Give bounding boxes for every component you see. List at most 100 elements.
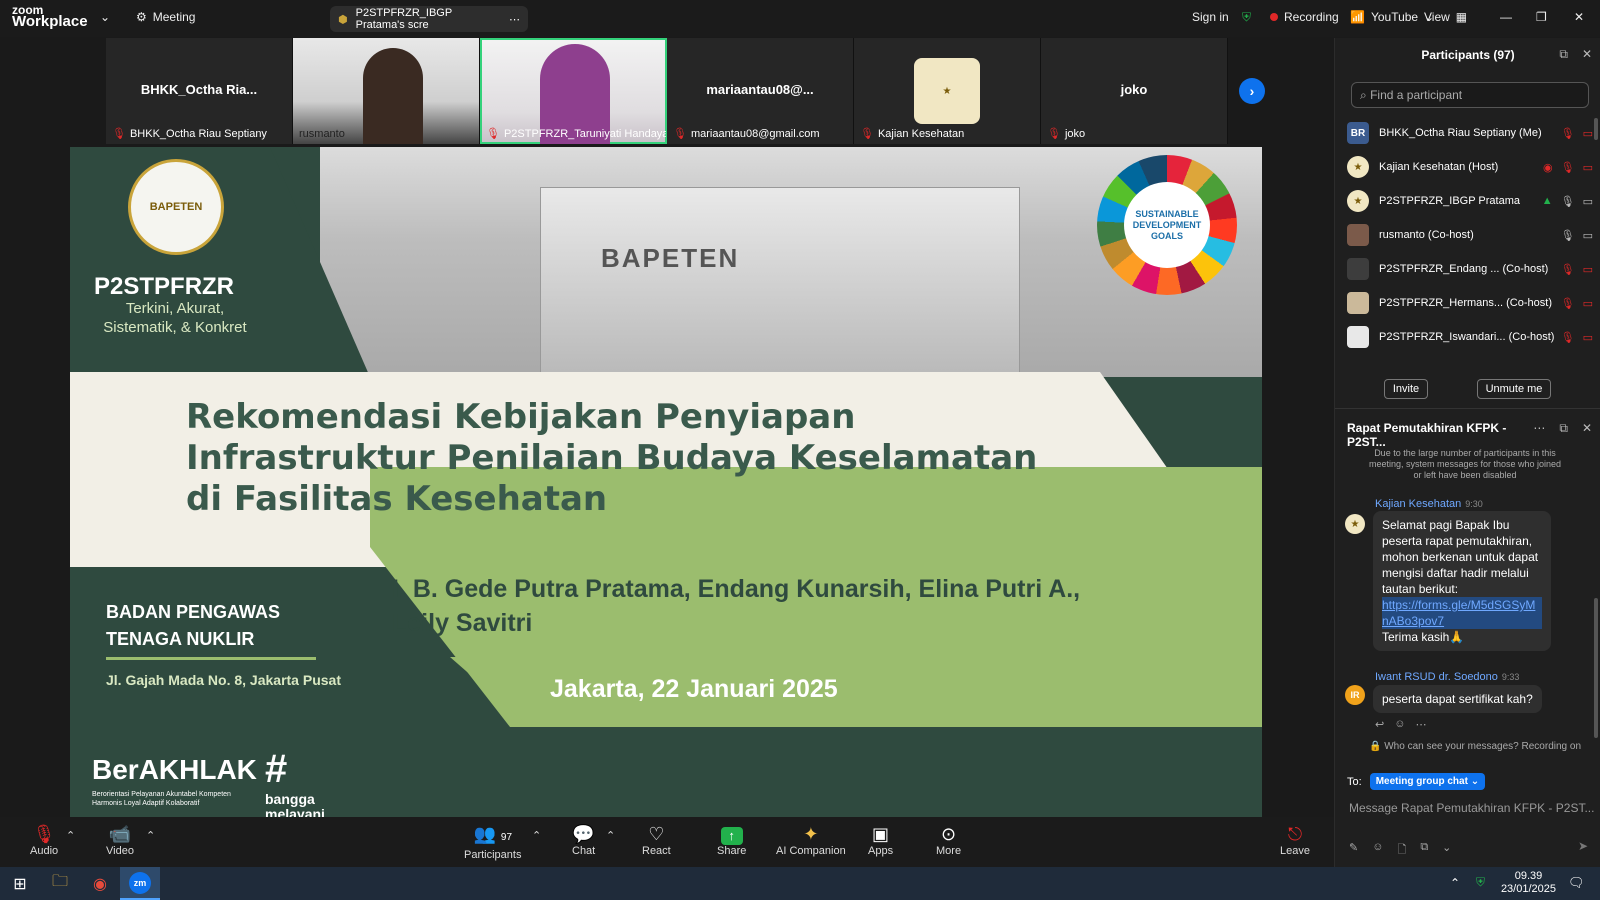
zoom-app-icon[interactable]: zm	[120, 867, 160, 900]
file-explorer-icon[interactable]: 🗀	[40, 867, 80, 900]
participant-tile[interactable]: joko 🎙 joko	[1041, 38, 1228, 144]
format-icon[interactable]: ✎	[1349, 841, 1358, 860]
tile-caption: Kajian Kesehatan	[877, 127, 965, 140]
participant-row[interactable]: rusmanto (Co-host) 🎙 ▭	[1347, 218, 1593, 252]
more-icon[interactable]: ⋯	[1415, 718, 1426, 731]
share-tab[interactable]: ⬢ P2STPFRZR_IBGP Pratama's scre ⋯	[330, 6, 528, 32]
video-off-icon: ▭	[1582, 127, 1593, 140]
chevron-down-icon[interactable]: ⌄	[1442, 841, 1451, 860]
participant-tile[interactable]: mariaantau08@... 🎙 mariaantau08@gmail.com	[667, 38, 854, 144]
more-icon[interactable]: ⋯	[1533, 421, 1545, 436]
participant-tile-active[interactable]: 🎙P2STPFRZR_Taruniyati Handayani...	[480, 38, 667, 144]
file-icon[interactable]: 🗋	[1397, 841, 1406, 860]
windows-start-icon[interactable]: ⊞	[0, 867, 40, 900]
agency-address: Jl. Gajah Mada No. 8, Jakarta Pusat	[106, 672, 341, 688]
apps-label: Apps	[868, 845, 894, 857]
send-icon[interactable]: ➤	[1578, 839, 1588, 853]
sign-in-link[interactable]: Sign in	[1192, 10, 1229, 24]
chat-button[interactable]: 💬 Chat	[572, 823, 595, 857]
chat-message-input[interactable]: Message Rapat Pemutakhiran KFPK - P2ST..…	[1349, 801, 1594, 815]
participant-name: rusmanto (Co-host)	[1379, 229, 1474, 241]
chevron-up-icon[interactable]: ⌃	[606, 829, 615, 842]
tile-display-name: joko	[1120, 82, 1148, 97]
chrome-icon[interactable]: ◉	[80, 867, 120, 900]
close-icon[interactable]: ✕	[1574, 10, 1584, 24]
participants-button[interactable]: 👥 97 Participants	[464, 823, 521, 861]
chevron-up-icon[interactable]: ⌃	[66, 829, 75, 842]
close-icon[interactable]: ✕	[1582, 421, 1592, 436]
reply-icon[interactable]: ↩	[1375, 718, 1384, 731]
minimize-icon[interactable]: —	[1500, 10, 1512, 24]
participant-tile[interactable]: ★ 🎙 Kajian Kesehatan	[854, 38, 1041, 144]
participant-row[interactable]: ★ Kajian Kesehatan (Host) ◉ 🎙 ▭	[1347, 150, 1593, 184]
video-button[interactable]: 📹 Video	[106, 823, 134, 857]
message-link[interactable]: https://forms.gle/M5dSGSyMnABo3pov7	[1382, 597, 1542, 629]
shield-icon[interactable]: ⛨	[1242, 10, 1251, 25]
chevron-up-icon[interactable]: ⌃	[146, 829, 155, 842]
ai-label: AI Companion	[776, 845, 846, 857]
participant-tile[interactable]: BHKK_Octha Ria... 🎙 BHKK_Octha Riau Septi…	[106, 38, 293, 144]
participant-name: BHKK_Octha Riau Septiany (Me)	[1379, 127, 1542, 139]
restore-icon[interactable]: ❐	[1536, 10, 1547, 24]
more-icon[interactable]: ⋯	[509, 13, 520, 26]
bangga-melayani-logo: # bangga melayani bangsa	[265, 747, 325, 817]
security-icon[interactable]: ⛨	[1476, 875, 1485, 890]
emoji-icon[interactable]: ☺	[1372, 841, 1383, 860]
recipient-dropdown[interactable]: Meeting group chat ⌄	[1369, 773, 1486, 790]
next-page-button[interactable]: ›	[1239, 78, 1265, 104]
meeting-menu[interactable]: ⚙ Meeting	[136, 10, 195, 24]
notification-icon[interactable]: 🗨	[1568, 875, 1585, 891]
close-icon[interactable]: ✕	[1582, 47, 1592, 62]
audio-button[interactable]: 🎙 Audio	[30, 823, 58, 857]
participant-row[interactable]: P2STPFRZR_Hermans... (Co-host) 🎙 ▭	[1347, 286, 1593, 320]
pop-out-icon[interactable]: ⧉	[1559, 47, 1568, 62]
message-time: 9:33	[1501, 672, 1520, 682]
recording-indicator[interactable]: Recording	[1270, 10, 1339, 24]
heart-icon: ♡	[648, 824, 665, 844]
search-icon: ⌕	[1360, 88, 1367, 102]
agency-line: BADAN PENGAWAS	[106, 602, 281, 622]
unmute-me-button[interactable]: Unmute me	[1477, 379, 1551, 399]
youtube-menu[interactable]: 📶 YouTube ⌄	[1350, 10, 1434, 24]
view-menu[interactable]: View ▦	[1424, 10, 1467, 24]
invite-button[interactable]: Invite	[1384, 379, 1428, 399]
chevron-up-icon[interactable]: ⌃	[532, 829, 541, 842]
live-icon: 📶	[1350, 10, 1365, 24]
mic-muted-icon: 🎙	[1560, 263, 1575, 276]
participant-row[interactable]: ★ P2STPFRZR_IBGP Pratama ▲ 🎙 ▭	[1347, 184, 1593, 218]
participant-search-input[interactable]: ⌕ Find a participant	[1351, 82, 1589, 108]
mic-muted-icon: 🎙	[1560, 297, 1575, 310]
screenshot-icon[interactable]: ⧉	[1420, 841, 1428, 860]
participant-row[interactable]: P2STPFRZR_Iswandari... (Co-host) 🎙 ▭	[1347, 320, 1593, 354]
title-line: Infrastruktur Penilaian Budaya Keselamat…	[186, 438, 1038, 478]
chevron-up-icon[interactable]: ⌃	[1450, 876, 1460, 890]
leave-button[interactable]: ⎋ Leave	[1280, 823, 1310, 857]
pop-out-icon[interactable]: ⧉	[1559, 421, 1568, 436]
meeting-icon: ⚙	[136, 10, 147, 24]
chat-message[interactable]: peserta dapat sertifikat kah?	[1373, 685, 1542, 713]
more-icon: ⊙	[940, 824, 957, 844]
chat-scrollbar[interactable]	[1594, 598, 1598, 738]
record-icon: ◉	[1543, 161, 1553, 174]
react-button[interactable]: ♡ React	[642, 823, 671, 857]
emoji-icon[interactable]: ☺	[1394, 718, 1405, 731]
chat-message[interactable]: Selamat pagi Bapak Ibu peserta rapat pem…	[1373, 511, 1551, 651]
avatar: ★	[1345, 514, 1365, 534]
participant-row[interactable]: BR BHKK_Octha Riau Septiany (Me) 🎙 ▭	[1347, 116, 1593, 150]
more-button[interactable]: ⊙ More	[936, 823, 961, 857]
message-visibility-note[interactable]: 🔒 Who can see your messages? Recording o…	[1369, 741, 1581, 752]
windows-taskbar: ⊞ 🗀 ◉ zm ⌃ ⛨ 09.39 23/01/2025 🗨	[0, 867, 1600, 900]
participant-scrollbar[interactable]	[1594, 118, 1598, 140]
ai-companion-button[interactable]: ✦ AI Companion	[776, 823, 846, 857]
share-label: Share	[717, 845, 747, 857]
apps-button[interactable]: ▣ Apps	[868, 823, 893, 857]
chevron-right-icon: ›	[1249, 83, 1255, 99]
participant-row[interactable]: P2STPFRZR_Endang ... (Co-host) 🎙 ▭	[1347, 252, 1593, 286]
system-clock[interactable]: 09.39 23/01/2025	[1501, 870, 1556, 896]
chevron-down-icon[interactable]: ⌄	[100, 10, 110, 24]
tile-caption: mariaantau08@gmail.com	[690, 127, 820, 140]
tile-display-name: BHKK_Octha Ria...	[140, 82, 258, 97]
participant-tile[interactable]: rusmanto	[293, 38, 480, 144]
grid-icon: ▦	[1455, 10, 1468, 24]
share-button[interactable]: ↑ Share	[717, 823, 746, 857]
